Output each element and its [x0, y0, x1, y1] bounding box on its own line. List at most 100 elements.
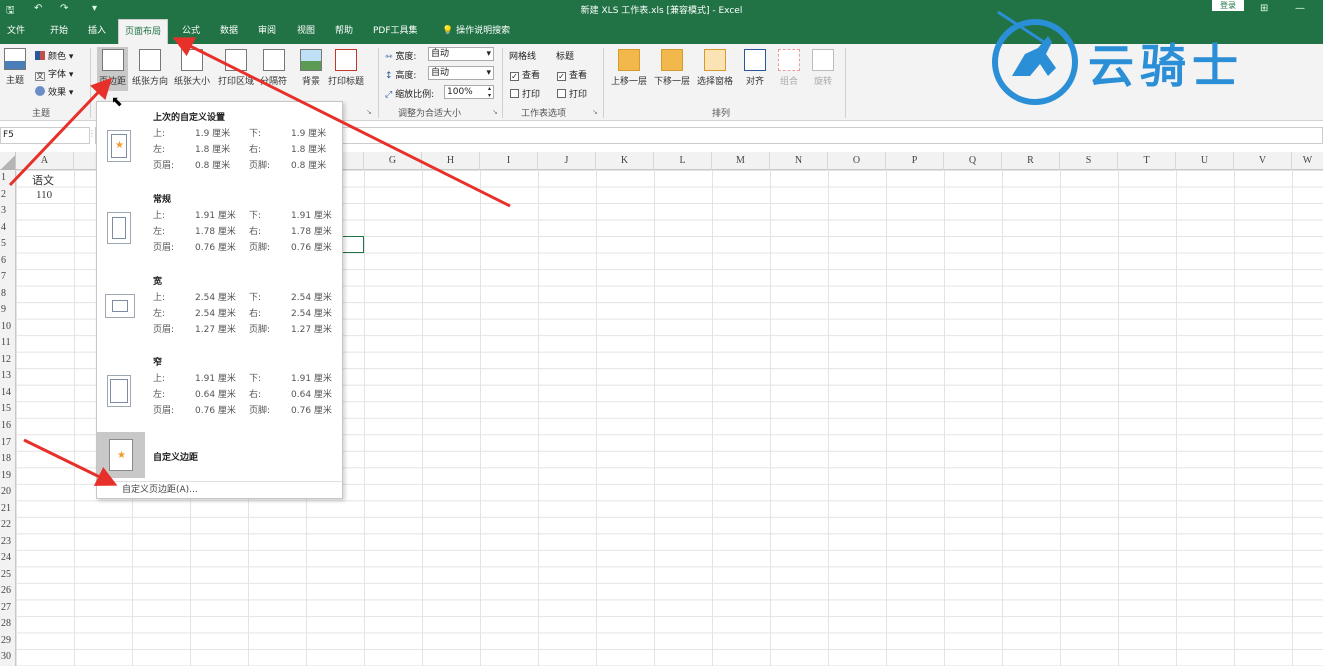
margin-option-normal[interactable]: 常规 上: 1.91 厘米 下: 1.91 厘米 左: 1.78 厘米 右: 1… — [97, 188, 342, 266]
row-header-30[interactable]: 30 — [0, 649, 16, 665]
tab-page-layout[interactable]: 页面布局 — [118, 19, 169, 44]
custom-margins-link[interactable]: 自定义页边距(A)... — [97, 481, 342, 498]
column-header-q[interactable]: Q — [944, 152, 1002, 170]
row-header-3[interactable]: 3 — [0, 203, 16, 219]
print-area-button[interactable]: 打印区域 — [218, 49, 254, 87]
column-header-v[interactable]: V — [1234, 152, 1292, 170]
column-header-t[interactable]: T — [1118, 152, 1176, 170]
row-header-1[interactable]: 1 — [0, 170, 16, 186]
row-header-14[interactable]: 14 — [0, 385, 16, 401]
column-header-o[interactable]: O — [828, 152, 886, 170]
tab-file[interactable]: 文件 — [7, 19, 25, 44]
tab-view[interactable]: 视图 — [297, 19, 315, 44]
row-header-5[interactable]: 5 — [0, 236, 16, 252]
tab-help[interactable]: 帮助 — [335, 19, 353, 44]
rotate-button[interactable]: 旋转 — [812, 49, 834, 87]
row-header-22[interactable]: 22 — [0, 517, 16, 533]
tab-home[interactable]: 开始 — [50, 19, 68, 44]
tell-me-search[interactable]: 💡 操作说明搜索 — [442, 19, 510, 44]
width-select[interactable]: 自动 ▾ — [428, 47, 494, 61]
bring-forward-button[interactable]: 上移一层 — [611, 49, 647, 87]
column-header-u[interactable]: U — [1176, 152, 1234, 170]
breaks-button[interactable]: 分隔符 — [260, 49, 287, 87]
column-header-w[interactable]: W — [1292, 152, 1323, 170]
size-button[interactable]: 纸张大小 — [174, 49, 210, 87]
column-header-g[interactable]: G — [364, 152, 422, 170]
scale-spinner[interactable]: 100% ▴ ▾ — [444, 85, 494, 99]
cell-a1[interactable]: 语文 — [32, 172, 54, 188]
align-button[interactable]: 对齐 — [744, 49, 766, 87]
sheet-options-launcher-icon[interactable]: ↘ — [592, 108, 598, 116]
column-header-p[interactable]: P — [886, 152, 944, 170]
row-header-11[interactable]: 11 — [0, 335, 16, 351]
orientation-button[interactable]: 纸张方向 — [132, 49, 168, 87]
row-header-21[interactable]: 21 — [0, 501, 16, 517]
row-header-6[interactable]: 6 — [0, 253, 16, 269]
headings-view-checkbox[interactable]: ✓ 查看 — [557, 68, 587, 81]
selection-pane-button[interactable]: 选择窗格 — [697, 49, 733, 87]
row-header-29[interactable]: 29 — [0, 633, 16, 649]
column-header-m[interactable]: M — [712, 152, 770, 170]
margin-option-last-custom[interactable]: ★ 上次的自定义设置 上: 1.9 厘米 下: 1.9 厘米 左: 1.8 厘米… — [97, 106, 342, 184]
print-titles-button[interactable]: 打印标题 — [328, 49, 364, 87]
gridlines-print-checkbox[interactable]: 打印 — [510, 87, 540, 100]
tab-formulas[interactable]: 公式 — [182, 19, 200, 44]
column-header-r[interactable]: R — [1002, 152, 1060, 170]
column-header-a[interactable]: A — [16, 152, 74, 170]
theme-colors-button[interactable]: 颜色 ▾ — [35, 49, 73, 62]
row-header-23[interactable]: 23 — [0, 534, 16, 550]
background-button[interactable]: 背景 — [300, 49, 322, 87]
column-header-j[interactable]: J — [538, 152, 596, 170]
cell-a2[interactable]: 110 — [36, 189, 52, 201]
column-header-n[interactable]: N — [770, 152, 828, 170]
row-header-17[interactable]: 17 — [0, 435, 16, 451]
row-header-18[interactable]: 18 — [0, 451, 16, 467]
scale-launcher-icon[interactable]: ↘ — [492, 108, 498, 116]
height-select[interactable]: 自动 ▾ — [428, 66, 494, 80]
column-header-h[interactable]: H — [422, 152, 480, 170]
margin-option-narrow[interactable]: 窄 上: 1.91 厘米 下: 1.91 厘米 左: 0.64 厘米 右: 0.… — [97, 351, 342, 429]
margin-option-wide[interactable]: 宽 上: 2.54 厘米 下: 2.54 厘米 左: 2.54 厘米 右: 2.… — [97, 270, 342, 348]
custom-margins-option[interactable]: ★ 自定义边距 — [97, 432, 342, 478]
select-all-corner[interactable] — [0, 152, 16, 170]
row-header-2[interactable]: 2 — [0, 187, 16, 203]
row-header-24[interactable]: 24 — [0, 550, 16, 566]
themes-button[interactable]: 主题 — [4, 48, 26, 86]
column-header-k[interactable]: K — [596, 152, 654, 170]
spinner-arrows-icon[interactable]: ▴ ▾ — [488, 85, 491, 99]
row-header-15[interactable]: 15 — [0, 401, 16, 417]
theme-fonts-button[interactable]: 文字体 ▾ — [35, 67, 73, 81]
row-header-9[interactable]: 9 — [0, 302, 16, 318]
row-header-20[interactable]: 20 — [0, 484, 16, 500]
gridlines-view-checkbox[interactable]: ✓ 查看 — [510, 68, 540, 81]
send-backward-button[interactable]: 下移一层 — [654, 49, 690, 87]
column-header-i[interactable]: I — [480, 152, 538, 170]
theme-effects-button[interactable]: 效果 ▾ — [35, 85, 73, 98]
row-header-4[interactable]: 4 — [0, 220, 16, 236]
tab-data[interactable]: 数据 — [220, 19, 238, 44]
row-header-19[interactable]: 19 — [0, 468, 16, 484]
tab-pdf-tools[interactable]: PDF工具集 — [373, 19, 418, 44]
row-header-28[interactable]: 28 — [0, 616, 16, 632]
row-header-25[interactable]: 25 — [0, 567, 16, 583]
tab-review[interactable]: 审阅 — [258, 19, 276, 44]
row-header-27[interactable]: 27 — [0, 600, 16, 616]
row-header-12[interactable]: 12 — [0, 352, 16, 368]
name-box[interactable]: F5 — [0, 127, 90, 144]
row-header-26[interactable]: 26 — [0, 583, 16, 599]
column-header-s[interactable]: S — [1060, 152, 1118, 170]
margins-button[interactable]: 页边距 — [97, 47, 129, 91]
row-header-16[interactable]: 16 — [0, 418, 16, 434]
row-header-7[interactable]: 7 — [0, 269, 16, 285]
group-button[interactable]: 组合 — [778, 49, 800, 87]
tab-insert[interactable]: 插入 — [88, 19, 106, 44]
minimize-icon[interactable]: — — [1295, 3, 1305, 14]
row-header-8[interactable]: 8 — [0, 286, 16, 302]
row-header-13[interactable]: 13 — [0, 368, 16, 384]
headings-print-checkbox[interactable]: 打印 — [557, 87, 587, 100]
page-setup-launcher-icon[interactable]: ↘ — [366, 108, 372, 116]
margin-value-header: 1.27 厘米 — [195, 325, 236, 335]
column-header-l[interactable]: L — [654, 152, 712, 170]
arrange-group-label: 排列 — [712, 109, 731, 119]
row-header-10[interactable]: 10 — [0, 319, 16, 335]
